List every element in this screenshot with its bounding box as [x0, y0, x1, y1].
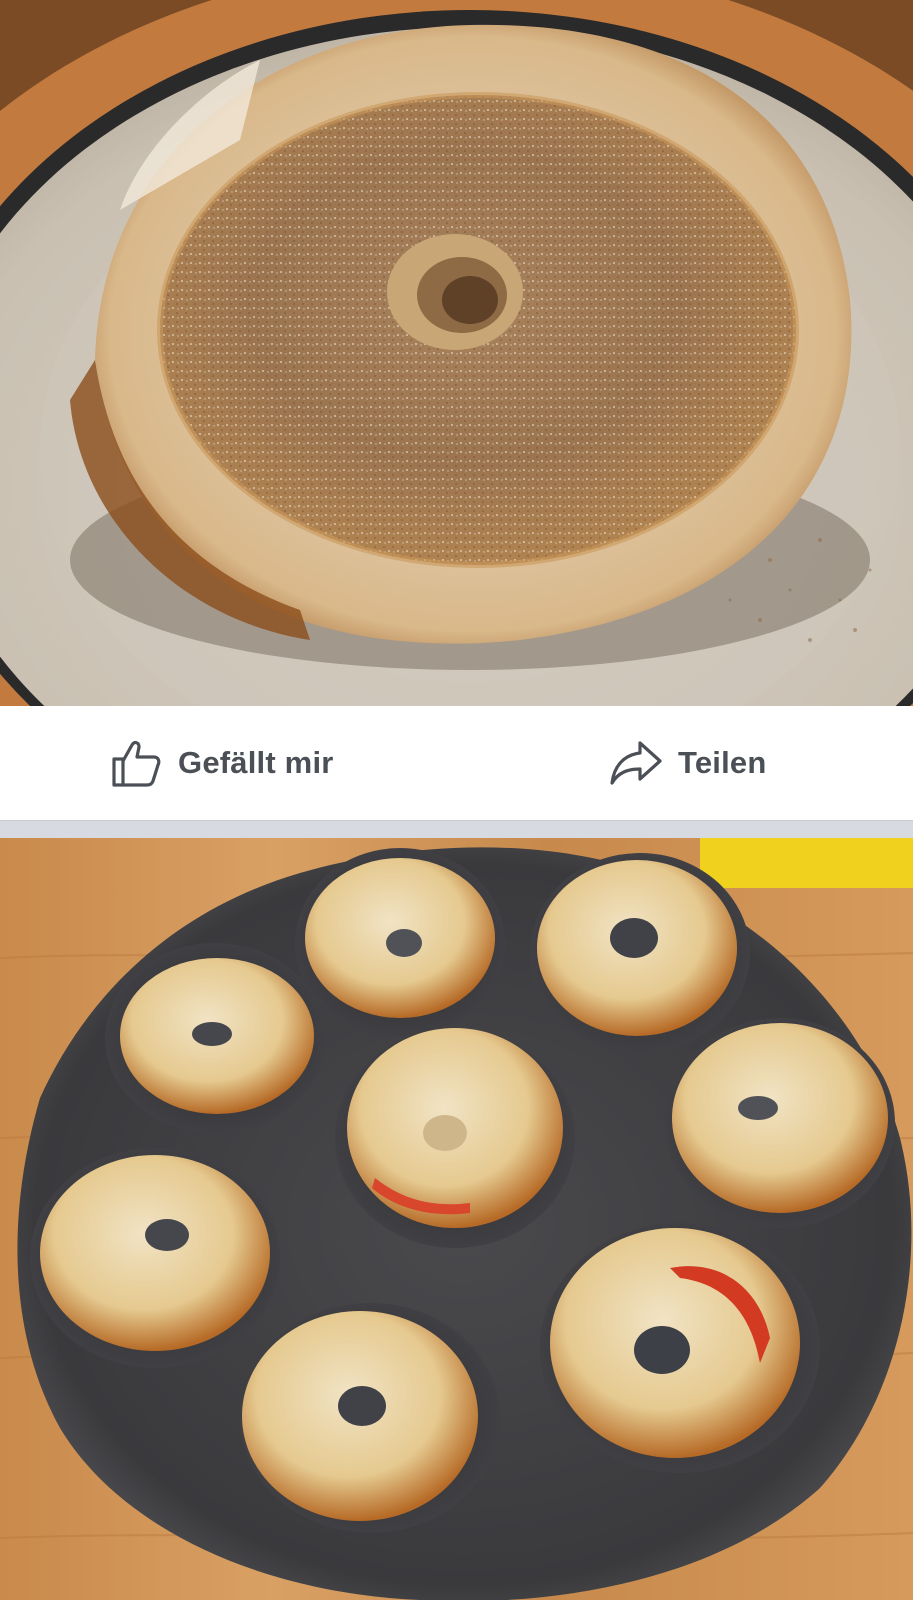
- share-button[interactable]: Teilen: [608, 706, 766, 820]
- share-arrow-icon: [608, 735, 664, 791]
- post-photo-top[interactable]: [0, 0, 913, 706]
- baking-tray-photo: [0, 838, 913, 1600]
- post-action-bar: Gefällt mir Teilen: [0, 706, 913, 820]
- like-label: Gefällt mir: [178, 745, 334, 780]
- post-separator: [0, 820, 913, 838]
- like-button[interactable]: Gefällt mir: [108, 706, 334, 820]
- apple-pastry-photo: [0, 0, 913, 706]
- share-label: Teilen: [678, 745, 767, 780]
- thumbs-up-icon: [108, 735, 164, 791]
- post-photo-bottom[interactable]: [0, 838, 913, 1600]
